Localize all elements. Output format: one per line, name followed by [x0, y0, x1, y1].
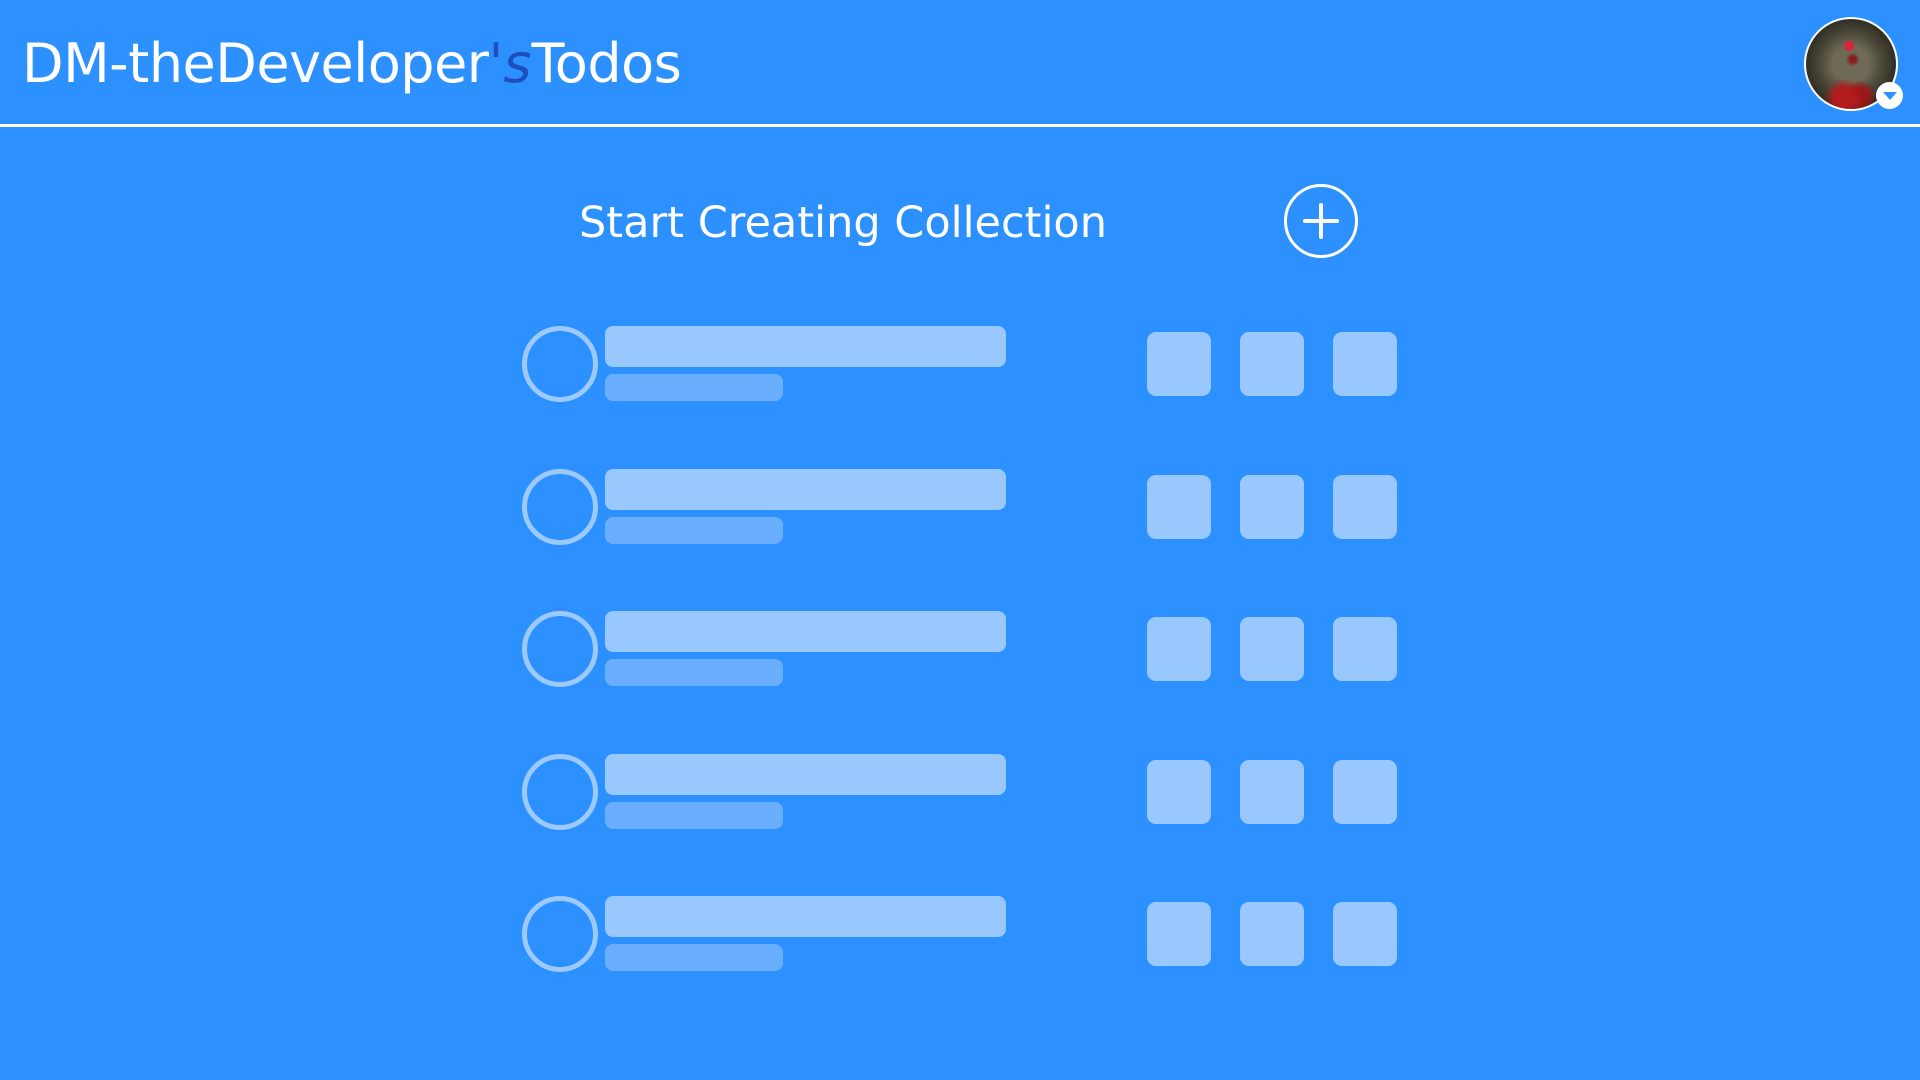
skeleton-action [1333, 332, 1397, 396]
skeleton-action [1147, 759, 1211, 824]
skeleton-action [1147, 332, 1211, 396]
app-title-possessive: 's [488, 32, 532, 95]
list-item [522, 326, 1402, 469]
skeleton-subtitle [605, 944, 783, 971]
app-title-suffix: Todos [531, 32, 682, 95]
skeleton-action [1240, 902, 1304, 966]
add-collection-button[interactable] [1284, 184, 1358, 258]
list-item [522, 468, 1402, 612]
list-item [522, 611, 1402, 754]
skeleton-action [1333, 617, 1397, 681]
skeleton-circle [522, 326, 598, 402]
collection-list-skeleton [522, 326, 1402, 1039]
skeleton-circle [522, 468, 598, 545]
skeleton-subtitle [605, 659, 783, 686]
skeleton-action [1240, 617, 1304, 681]
app-title-username: DM-theDeveloper [22, 32, 489, 95]
page-title: Start Creating Collection [579, 198, 1107, 248]
skeleton-circle [522, 753, 598, 830]
skeleton-title [605, 326, 1006, 367]
skeleton-action [1147, 474, 1211, 539]
skeleton-circle [522, 611, 598, 687]
skeleton-action [1333, 902, 1397, 966]
skeleton-circle [522, 896, 598, 972]
plus-icon-vertical [1319, 203, 1323, 239]
skeleton-action [1240, 474, 1304, 539]
skeleton-subtitle [605, 374, 783, 401]
user-menu-button[interactable] [1804, 17, 1903, 111]
skeleton-subtitle [605, 516, 783, 544]
skeleton-action [1240, 332, 1304, 396]
app-header: DM-theDeveloper'sTodos [0, 0, 1920, 127]
skeleton-action [1333, 759, 1397, 824]
list-item [522, 753, 1402, 897]
skeleton-title [605, 611, 1006, 652]
skeleton-action [1333, 474, 1397, 539]
chevron-down-icon[interactable] [1876, 82, 1903, 109]
skeleton-title [605, 468, 1006, 510]
skeleton-subtitle [605, 801, 783, 829]
list-item [522, 896, 1402, 1039]
app-title: DM-theDeveloper'sTodos [22, 32, 682, 95]
skeleton-action [1147, 902, 1211, 966]
skeleton-action [1147, 617, 1211, 681]
skeleton-title [605, 896, 1006, 937]
skeleton-title [605, 753, 1006, 795]
skeleton-action [1240, 759, 1304, 824]
